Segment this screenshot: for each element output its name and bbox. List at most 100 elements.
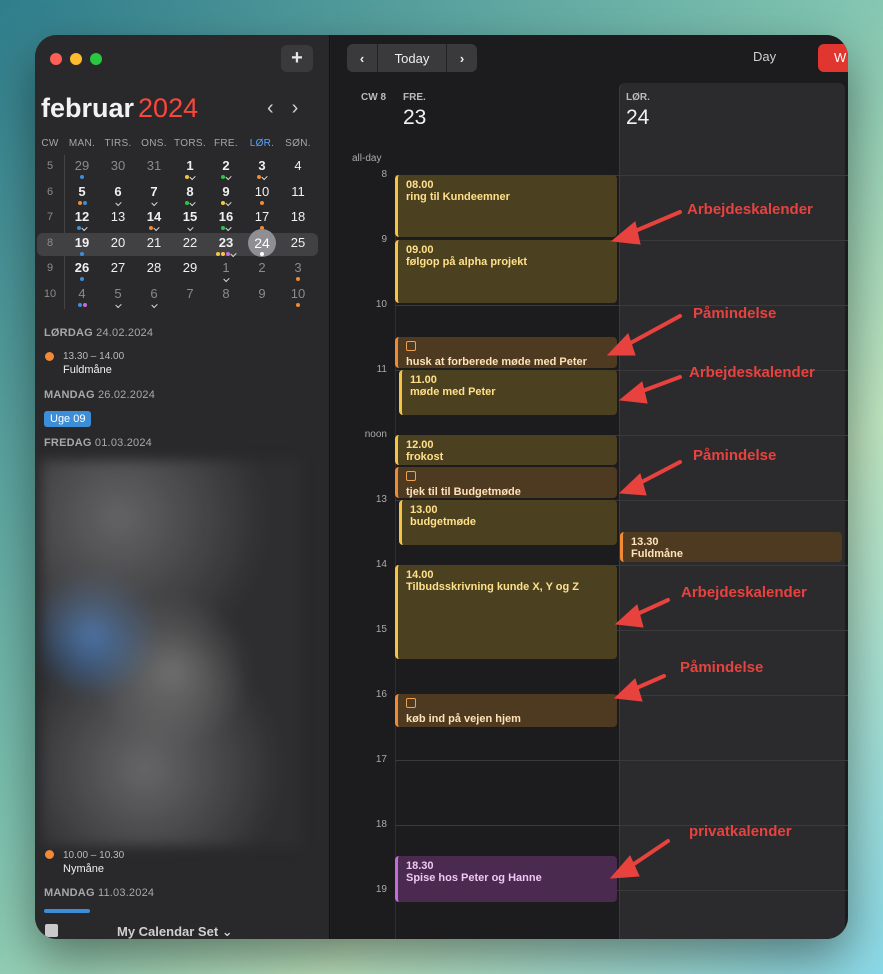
mini-day-indicators <box>100 199 136 206</box>
mini-day[interactable]: 7 <box>136 181 172 206</box>
event-dot-icon <box>77 302 82 307</box>
annotation-label: Påmindelse <box>680 659 764 676</box>
mini-day-indicators <box>64 225 100 232</box>
event-tilbudsskrivning[interactable]: 14.00 Tilbudsskrivning kunde X, Y og Z <box>395 565 617 659</box>
mini-day[interactable]: 29 <box>172 257 208 282</box>
mini-day[interactable]: 26 <box>64 257 100 282</box>
mini-day[interactable]: 11 <box>280 181 316 206</box>
mini-day[interactable]: 3 <box>244 155 280 181</box>
hour-label: 18 <box>375 819 387 830</box>
event-dot-icon <box>80 277 84 282</box>
today-button[interactable]: Today <box>377 44 447 72</box>
mini-calendar-week-row: 8 19 20 21 22 23 24 25 <box>35 228 330 258</box>
week-badge[interactable]: Uge 09 <box>44 411 92 427</box>
reminder-checkbox-icon[interactable] <box>406 471 416 481</box>
mini-day[interactable]: 8 <box>208 283 244 308</box>
mini-day[interactable]: 2 <box>208 155 244 181</box>
mini-day[interactable]: 3 <box>280 257 316 282</box>
mini-day[interactable]: 5 <box>100 283 136 309</box>
mini-day-number: 28 <box>146 260 162 276</box>
mini-day[interactable]: 19 <box>64 232 100 257</box>
mini-day[interactable]: 16 <box>208 206 244 232</box>
reminder-koeb-ind[interactable]: køb ind på vejen hjem <box>395 694 617 727</box>
reminder-forberede-moede[interactable]: husk at forberede møde med Peter <box>395 337 617 368</box>
reminder-checkbox-icon[interactable] <box>406 698 416 708</box>
agenda-event-title[interactable]: Fuldmåne <box>63 364 112 376</box>
mini-day-indicators <box>172 173 208 181</box>
mini-day[interactable]: 28 <box>136 257 172 282</box>
mini-day[interactable]: 17 <box>244 206 280 231</box>
mini-day[interactable]: 20 <box>100 232 136 257</box>
mini-day[interactable]: 14 <box>136 206 172 232</box>
mini-prev-month-icon[interactable]: ‹ <box>267 97 274 120</box>
mini-day-indicators <box>172 225 208 232</box>
event-spise-peter-hanne[interactable]: 18.30 Spise hos Peter og Hanne <box>395 856 617 902</box>
event-foelgop-alpha[interactable]: 09.00 følgop på alpha projekt <box>395 240 617 303</box>
mini-week-number: 10 <box>43 287 57 300</box>
annotation-label: Påmindelse <box>693 305 777 322</box>
mini-day[interactable]: 13 <box>100 206 136 231</box>
mini-day[interactable]: 1 <box>208 257 244 283</box>
mini-day[interactable]: 4 <box>280 155 316 180</box>
agenda-day-header: FREDAG 01.03.2024 <box>44 437 152 449</box>
prev-week-button[interactable]: ‹ <box>347 44 377 72</box>
day-header-friday[interactable]: FRE. 23 <box>403 92 426 130</box>
mini-day[interactable]: 6 <box>100 181 136 206</box>
mini-day[interactable]: 5 <box>64 181 100 206</box>
mini-day-today[interactable]: 24 <box>244 228 280 257</box>
event-fuldmaane[interactable]: 13.30 Fuldmåne <box>620 532 842 562</box>
reminder-checkbox-icon[interactable] <box>406 341 416 351</box>
mini-day[interactable]: 30 <box>100 155 136 180</box>
mini-day[interactable]: 21 <box>136 232 172 257</box>
mini-day-number: 29 <box>74 158 90 173</box>
mini-day[interactable]: 23 <box>208 232 244 257</box>
mini-day-indicators <box>208 250 244 257</box>
add-event-button[interactable]: + <box>281 45 313 72</box>
agenda-weekday: MANDAG <box>44 389 95 401</box>
reminder-budgetmoede[interactable]: tjek til til Budgetmøde <box>395 467 617 498</box>
all-day-label: all-day <box>352 153 382 164</box>
mini-day[interactable]: 15 <box>172 206 208 232</box>
event-frokost[interactable]: 12.00 frokost <box>395 435 617 465</box>
mini-day[interactable]: 29 <box>64 155 100 180</box>
event-dot-icon <box>296 302 300 307</box>
mini-day-number: 25 <box>290 234 306 250</box>
mini-day[interactable]: 4 <box>64 283 100 308</box>
mini-day-number: 5 <box>78 183 86 199</box>
mini-day[interactable]: 7 <box>172 283 208 308</box>
day-name: LØR. <box>626 92 650 103</box>
reminder-check-icon <box>81 225 88 232</box>
reminder-check-icon <box>225 199 232 206</box>
mini-day[interactable]: 8 <box>172 181 208 206</box>
mini-day[interactable]: 6 <box>136 283 172 309</box>
minimize-window-button[interactable] <box>70 53 82 65</box>
close-window-button[interactable] <box>50 53 62 65</box>
event-ring-kundeemner[interactable]: 08.00 ring til Kundeemner <box>395 175 617 237</box>
calendar-set-selector[interactable]: My Calendar Set ⌄ <box>117 924 233 939</box>
calendar-set-checkbox[interactable] <box>45 924 58 937</box>
mini-day[interactable]: 12 <box>64 206 100 232</box>
mini-day[interactable]: 9 <box>244 283 280 308</box>
date-nav-group: ‹ Today › <box>347 44 477 72</box>
mini-day[interactable]: 27 <box>100 257 136 282</box>
mini-day-indicators <box>64 277 100 282</box>
zoom-window-button[interactable] <box>90 53 102 65</box>
mini-day[interactable]: 31 <box>136 155 172 180</box>
mini-day[interactable]: 10 <box>280 283 316 308</box>
mini-day[interactable]: 10 <box>244 181 280 206</box>
mini-day[interactable]: 9 <box>208 181 244 206</box>
event-budgetmoede[interactable]: 13.00 budgetmøde <box>399 500 617 545</box>
event-moede-peter[interactable]: 11.00 møde med Peter <box>399 370 617 415</box>
mini-day[interactable]: 1 <box>172 155 208 181</box>
view-week-tab[interactable]: W <box>818 44 848 72</box>
view-day-tab[interactable]: Day <box>753 49 776 64</box>
mini-next-month-icon[interactable]: › <box>292 97 299 120</box>
next-week-button[interactable]: › <box>447 44 477 72</box>
event-time: 13.00 <box>410 504 438 516</box>
mini-day[interactable]: 25 <box>280 232 316 257</box>
mini-day[interactable]: 2 <box>244 257 280 282</box>
mini-day[interactable]: 18 <box>280 206 316 231</box>
day-header-saturday[interactable]: LØR. 24 <box>626 92 650 130</box>
mini-day[interactable]: 22 <box>172 232 208 257</box>
agenda-event-title[interactable]: Nymåne <box>63 863 104 875</box>
